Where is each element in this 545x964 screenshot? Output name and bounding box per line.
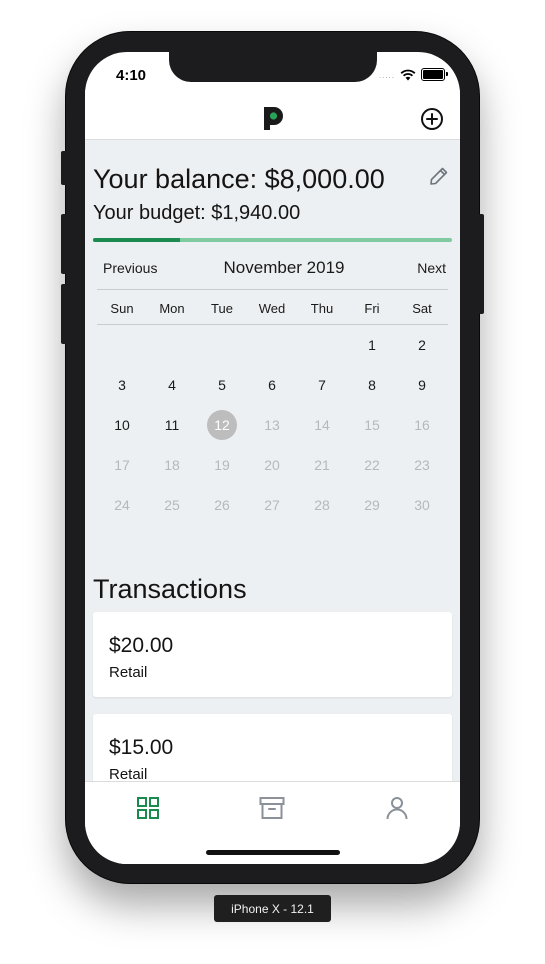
calendar-day: 18 — [164, 457, 180, 473]
calendar-day[interactable]: 2 — [397, 325, 447, 365]
calendar-week-row: 24 25 26 27 28 29 30 — [97, 485, 448, 525]
plus-circle-icon[interactable] — [420, 107, 444, 131]
calendar-divider — [97, 289, 448, 290]
weekday-label: Sat — [412, 301, 432, 316]
transaction-category: Retail — [109, 664, 148, 681]
wifi-icon — [400, 69, 416, 80]
notch — [169, 52, 377, 82]
calendar-day: 14 — [314, 417, 330, 433]
today-marker: 12 — [207, 410, 237, 440]
transactions-title: Transactions — [93, 574, 247, 604]
calendar-day[interactable]: 5 — [197, 365, 247, 405]
archive-icon[interactable] — [259, 795, 285, 821]
budget-progress-bar — [93, 238, 452, 242]
app-header — [85, 90, 460, 140]
weekday-label: Fri — [364, 301, 380, 316]
calendar-day: 28 — [314, 497, 330, 513]
calendar-day[interactable]: 6 — [247, 365, 297, 405]
person-icon[interactable] — [384, 795, 410, 821]
transaction-card[interactable]: $15.00 Retail — [93, 714, 452, 781]
calendar-day[interactable]: 8 — [347, 365, 397, 405]
volume-down-button — [61, 284, 67, 344]
calendar-empty-cell — [97, 325, 147, 365]
budget-progress-fill — [93, 238, 181, 242]
weekday-label: Sun — [110, 301, 134, 316]
calendar-day: 15 — [364, 417, 380, 433]
transaction-card[interactable]: $20.00 Retail — [93, 612, 452, 697]
calendar-day: 13 — [264, 417, 280, 433]
calendar-day: 25 — [164, 497, 180, 513]
screen: 4:10 ..... Your balance: $8,000.00 Your … — [85, 52, 460, 864]
main-content: Your balance: $8,000.00 Your budget: $1,… — [85, 140, 460, 781]
calendar-day[interactable]: 9 — [397, 365, 447, 405]
calendar-day[interactable]: 7 — [297, 365, 347, 405]
calendar-nav: Previous November 2019 Next — [97, 258, 448, 278]
p-logo-icon — [264, 107, 283, 130]
power-button — [478, 214, 484, 314]
calendar-day: 24 — [114, 497, 130, 513]
status-time: 4:10 — [116, 67, 147, 84]
weekday-label: Tue — [211, 301, 233, 316]
transaction-category: Retail — [109, 766, 148, 781]
pencil-icon[interactable] — [428, 165, 450, 187]
calendar-day: 30 — [414, 497, 430, 513]
calendar-grid: 1 2 3 4 5 6 7 8 9 10 11 12 13 14 15 16 17 18 19 20 21 22 23 24 2… — [97, 325, 448, 525]
budget-text: Your budget: $1,940.00 — [93, 202, 301, 224]
calendar-week-row: 3456789 — [97, 365, 448, 405]
volume-up-button — [61, 214, 67, 274]
calendar-empty-cell — [197, 325, 247, 365]
calendar-day: 20 — [264, 457, 280, 473]
signal-dots: ..... — [378, 71, 395, 80]
calendar-week-row: 17 18 19 20 21 22 23 — [97, 445, 448, 485]
battery-icon — [421, 68, 448, 81]
weekday-label: Mon — [159, 301, 185, 316]
calendar-day: 16 — [414, 417, 430, 433]
calendar-day[interactable]: 10 — [97, 405, 147, 445]
balance-text: Your balance: $8,000.00 — [93, 164, 385, 194]
calendar-day[interactable]: 1 — [347, 325, 397, 365]
calendar-day: 21 — [314, 457, 330, 473]
calendar-day[interactable]: 11 — [147, 405, 197, 445]
calendar-day: 29 — [364, 497, 380, 513]
status-icons: ..... — [378, 68, 448, 81]
calendar-day[interactable]: 4 — [147, 365, 197, 405]
weekday-label: Wed — [258, 301, 286, 316]
calendar-day: 17 — [114, 457, 130, 473]
device-label: iPhone X - 12.1 — [214, 895, 331, 922]
calendar-empty-cell — [247, 325, 297, 365]
mute-switch — [61, 151, 67, 185]
calendar-day[interactable]: 3 — [97, 365, 147, 405]
weekday-header: Sun Mon Tue Wed Thu Fri Sat — [97, 301, 448, 316]
calendar-day: 27 — [264, 497, 280, 513]
calendar-day: 22 — [364, 457, 380, 473]
calendar-day[interactable]: 12 — [197, 405, 247, 445]
month-label: November 2019 — [223, 258, 345, 277]
calendar-day: 26 — [214, 497, 230, 513]
transaction-amount: $20.00 — [109, 634, 174, 657]
next-month-button[interactable]: Next — [417, 260, 446, 276]
transaction-amount: $15.00 — [109, 736, 174, 759]
calendar-day: 19 — [214, 457, 230, 473]
home-indicator — [206, 850, 340, 855]
weekday-label: Thu — [310, 301, 334, 316]
calendar-day: 23 — [414, 457, 430, 473]
calendar-empty-cell — [297, 325, 347, 365]
calendar-week-row: 12 — [97, 325, 448, 365]
previous-month-button[interactable]: Previous — [103, 260, 157, 276]
grid-icon[interactable] — [135, 795, 161, 821]
calendar-week-row: 10 11 12 13 14 15 16 — [97, 405, 448, 445]
calendar-empty-cell — [147, 325, 197, 365]
